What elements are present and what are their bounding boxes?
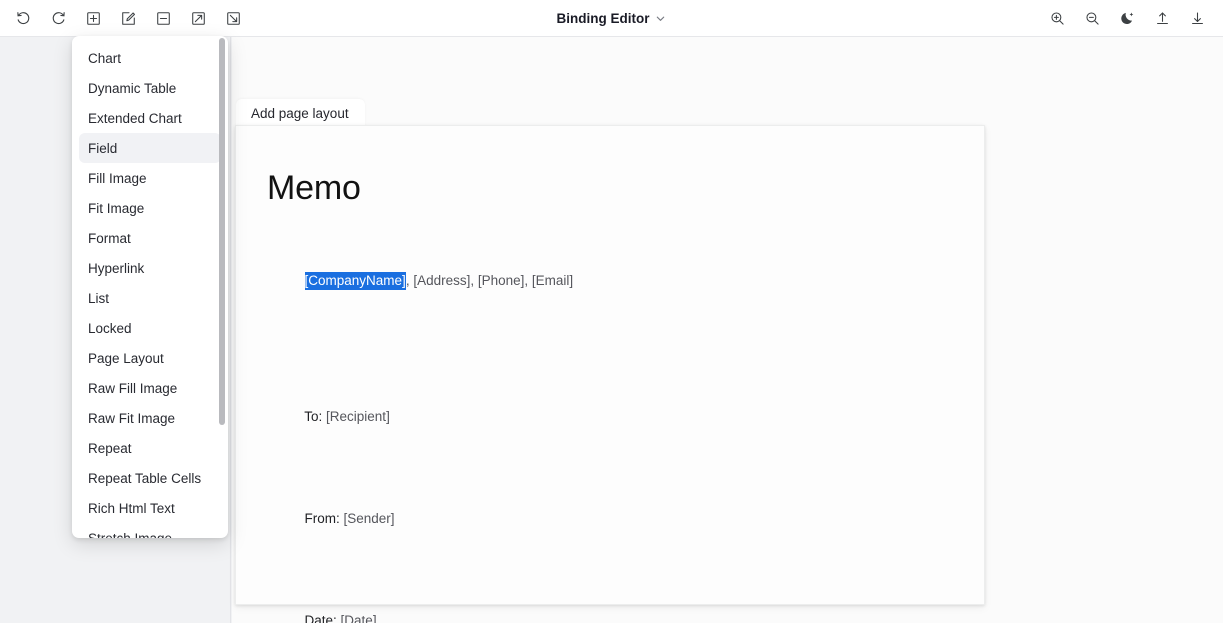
remove-button[interactable] xyxy=(146,3,181,33)
menu-item-label: Raw Fit Image xyxy=(88,410,176,426)
document-title: Memo xyxy=(267,169,361,207)
page-content: Memo [CompanyName], [Address], [Phone], … xyxy=(236,126,984,623)
dropdown-menu-list[interactable]: Chart Dynamic Table Extended Chart Field Fil… xyxy=(72,36,228,538)
zoom-out-button[interactable] xyxy=(1075,3,1110,33)
menu-item-repeat-table-cells[interactable]: Repeat Table Cells xyxy=(79,463,221,493)
menu-item-label: Raw Fill Image xyxy=(88,380,178,396)
download-arrow-icon xyxy=(1189,10,1206,27)
document-line-from[interactable]: From: [Sender] xyxy=(267,468,954,570)
plus-square-icon xyxy=(85,10,102,27)
document-line-to[interactable]: To: [Recipient] xyxy=(267,366,954,468)
line-to-label: To: xyxy=(304,409,327,424)
document-header-line[interactable]: [CompanyName], [Address], [Phone], [Emai… xyxy=(267,230,954,332)
menu-item-label: Extended Chart xyxy=(88,110,182,126)
line-to-value: [Recipient] xyxy=(326,409,390,424)
line-from-label: From: xyxy=(304,511,344,526)
menu-item-raw-fill-image[interactable]: Raw Fill Image xyxy=(79,373,221,403)
dropdown-scrollbar-track[interactable] xyxy=(219,36,225,538)
edit-button[interactable] xyxy=(111,3,146,33)
download-button[interactable] xyxy=(1180,3,1215,33)
toolbar-right-group xyxy=(1040,3,1215,33)
redo-button[interactable] xyxy=(41,3,76,33)
document-canvas: Add page layout Memo [CompanyName], [Add… xyxy=(232,37,1223,623)
line-date-label: Date: xyxy=(304,613,341,623)
page-sheet[interactable]: Memo [CompanyName], [Address], [Phone], … xyxy=(235,125,985,623)
menu-item-format[interactable]: Format xyxy=(79,223,221,253)
menu-item-rich-html-text[interactable]: Rich Html Text xyxy=(79,493,221,523)
page-title: Binding Editor xyxy=(556,10,650,26)
menu-item-label: Repeat Table Cells xyxy=(88,470,202,486)
top-toolbar: Binding Editor xyxy=(0,0,1223,37)
moon-sparkle-icon xyxy=(1119,10,1136,27)
arrow-down-right-square-icon xyxy=(225,10,242,27)
menu-item-label: Stretch Image xyxy=(88,530,173,539)
undo-rotate-ccw-icon xyxy=(15,10,32,27)
undo-button[interactable] xyxy=(6,3,41,33)
selected-binding-companyname[interactable]: [CompanyName] xyxy=(304,272,406,290)
menu-item-locked[interactable]: Locked xyxy=(79,313,221,343)
dark-mode-button[interactable] xyxy=(1110,3,1145,33)
header-line-rest: , [Address], [Phone], [Email] xyxy=(405,273,574,288)
menu-item-label: Page Layout xyxy=(88,350,164,366)
menu-item-label: Fill Image xyxy=(88,170,147,186)
arrow-up-right-square-icon xyxy=(190,10,207,27)
menu-item-label: Chart xyxy=(88,50,122,66)
menu-item-label: Repeat xyxy=(88,440,132,456)
menu-item-page-layout[interactable]: Page Layout xyxy=(79,343,221,373)
pencil-square-icon xyxy=(120,10,137,27)
app-window: Binding Editor Add page layout Memo [Com… xyxy=(0,0,1223,623)
collapse-button[interactable] xyxy=(216,3,251,33)
menu-item-raw-fit-image[interactable]: Raw Fit Image xyxy=(79,403,221,433)
menu-item-label: List xyxy=(88,290,110,306)
line-date-value: [Date] xyxy=(340,613,377,623)
menu-item-repeat[interactable]: Repeat xyxy=(79,433,221,463)
menu-item-dynamic-table[interactable]: Dynamic Table xyxy=(79,73,221,103)
tab-label: Add page layout xyxy=(251,106,349,121)
menu-item-label: Field xyxy=(88,140,118,156)
add-button[interactable] xyxy=(76,3,111,33)
minus-square-icon xyxy=(155,10,172,27)
magnifier-plus-icon xyxy=(1049,10,1066,27)
zoom-in-button[interactable] xyxy=(1040,3,1075,33)
menu-item-label: Format xyxy=(88,230,131,246)
menu-item-extended-chart[interactable]: Extended Chart xyxy=(79,103,221,133)
menu-item-stretch-image[interactable]: Stretch Image xyxy=(79,523,221,539)
upload-button[interactable] xyxy=(1145,3,1180,33)
dropdown-scrollbar-thumb[interactable] xyxy=(219,38,225,425)
menu-item-hyperlink[interactable]: Hyperlink xyxy=(79,253,221,283)
menu-item-label: Locked xyxy=(88,320,132,336)
menu-item-label: Fit Image xyxy=(88,200,145,216)
magnifier-minus-icon xyxy=(1084,10,1101,27)
menu-item-label: Dynamic Table xyxy=(88,80,177,96)
menu-item-field[interactable]: Field xyxy=(79,133,221,163)
upload-arrow-icon xyxy=(1154,10,1171,27)
menu-item-chart[interactable]: Chart xyxy=(79,43,221,73)
menu-item-label: Hyperlink xyxy=(88,260,145,276)
menu-item-fill-image[interactable]: Fill Image xyxy=(79,163,221,193)
line-from-value: [Sender] xyxy=(343,511,395,526)
menu-item-list[interactable]: List xyxy=(79,283,221,313)
expand-button[interactable] xyxy=(181,3,216,33)
chevron-down-icon[interactable] xyxy=(655,13,666,24)
menu-item-fit-image[interactable]: Fit Image xyxy=(79,193,221,223)
menu-item-label: Rich Html Text xyxy=(88,500,175,516)
binding-type-dropdown-menu[interactable]: Chart Dynamic Table Extended Chart Field Fil… xyxy=(72,36,228,538)
toolbar-left-group xyxy=(6,3,251,33)
redo-rotate-cw-icon xyxy=(50,10,67,27)
document-line-date[interactable]: Date: [Date] xyxy=(267,570,954,623)
